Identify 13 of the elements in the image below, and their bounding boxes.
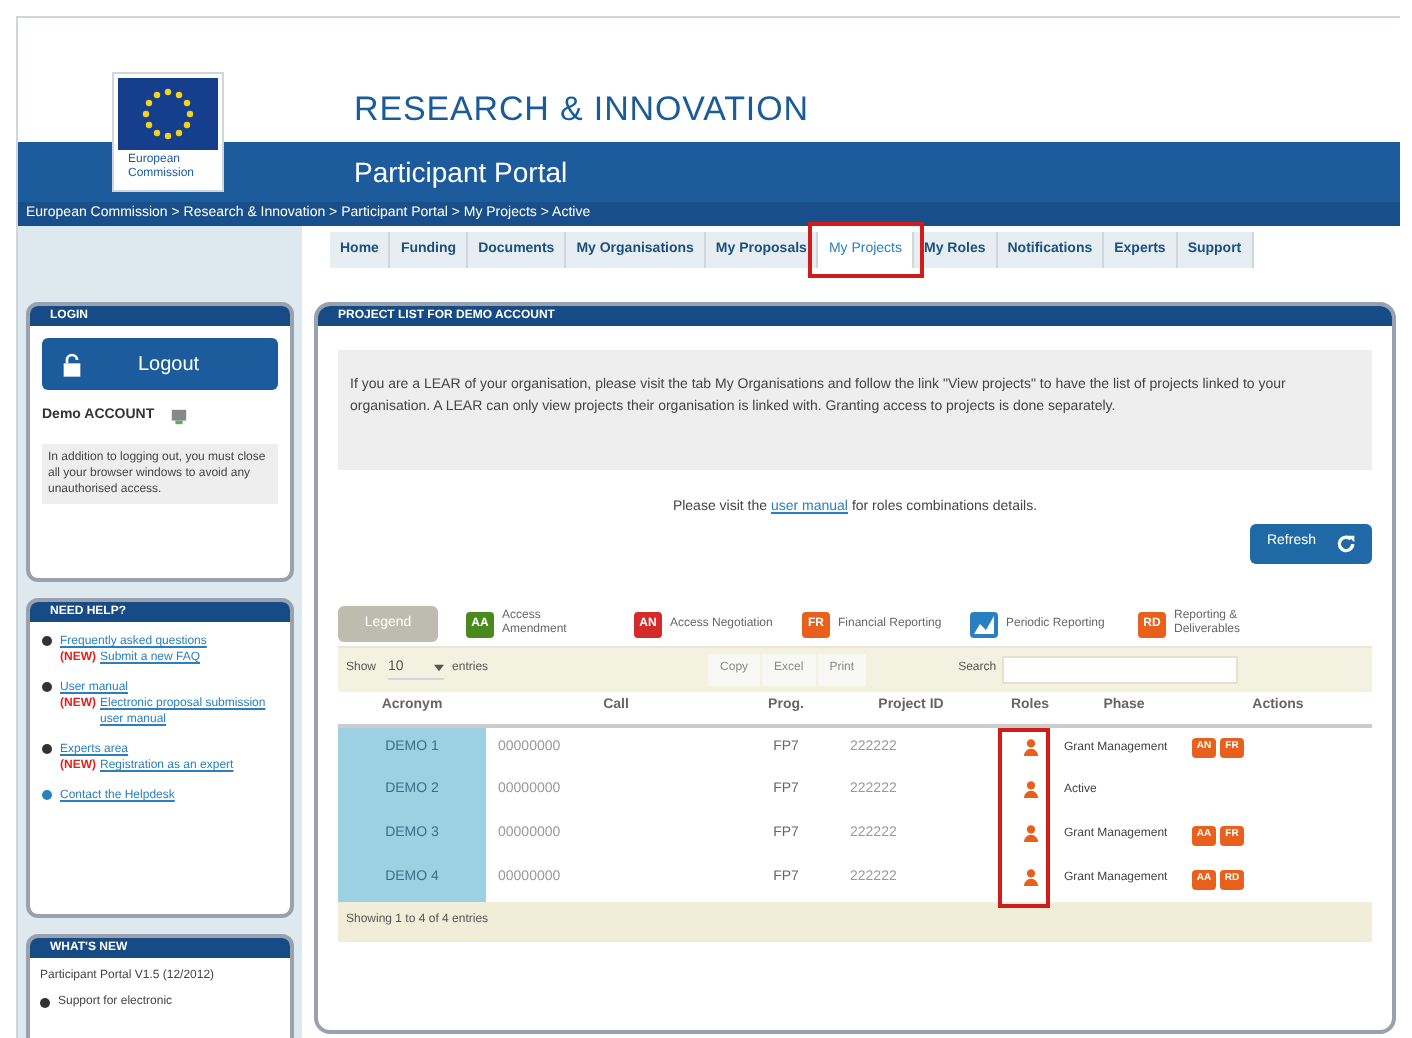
- person-icon: [1021, 824, 1039, 843]
- person-icon: [1021, 737, 1039, 756]
- dropdown-arrow-icon: [434, 664, 445, 672]
- logout-button[interactable]: Logout: [42, 338, 278, 390]
- refresh-icon: [1336, 533, 1356, 553]
- person-icon: [1021, 868, 1039, 887]
- site-title: RESEARCH & INNOVATION: [354, 87, 809, 131]
- person-icon: [1021, 780, 1039, 799]
- padlock-icon: [62, 351, 82, 377]
- portal-subtitle: Participant Portal: [354, 153, 568, 192]
- flag-icon: [118, 78, 218, 150]
- search-field[interactable]: [1002, 655, 1239, 683]
- computer-icon: [170, 407, 189, 426]
